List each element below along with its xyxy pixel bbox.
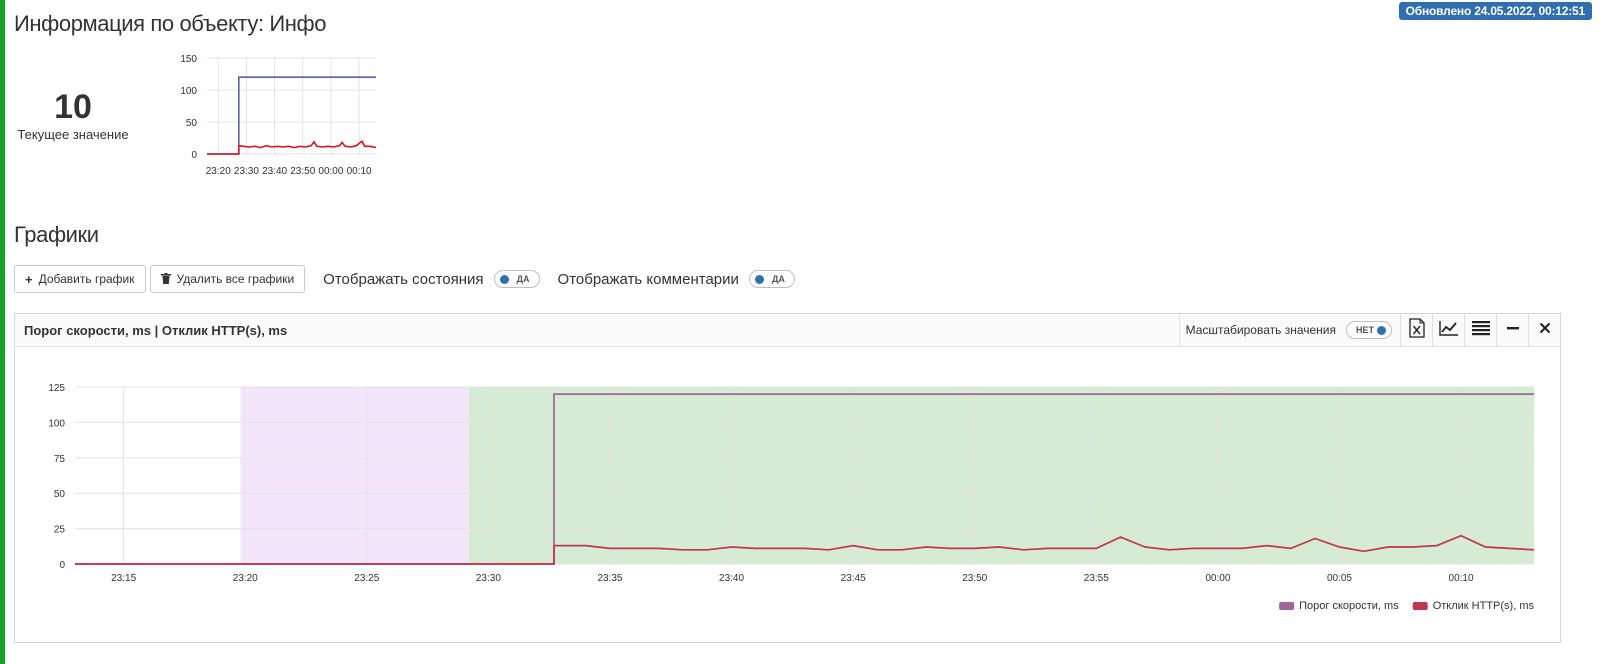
line-chart-button[interactable] <box>1432 314 1464 346</box>
section-title-charts: Графики <box>14 222 99 247</box>
toggle-knob <box>1377 325 1386 335</box>
x-tick-label: 23:30 <box>234 166 259 177</box>
toggle-knob <box>754 274 764 284</box>
sparkline-chart: 0 50 100 150 23:20 23:30 23:40 23:50 00:00 00:10 <box>180 54 377 177</box>
x-tick-label: 23:40 <box>262 166 287 177</box>
y-tick-label: 0 <box>191 150 197 161</box>
y-tick-label: 100 <box>48 418 65 429</box>
updated-badge: Обновлено 24.05.2022, 00:12:51 <box>1398 2 1592 20</box>
x-tick-label: 23:20 <box>233 573 258 584</box>
show-states-toggle[interactable]: ДА <box>493 270 540 288</box>
scale-values-toggle[interactable]: НЕТ <box>1346 321 1392 339</box>
page-title: Информация по объекту: Инфо <box>14 11 327 36</box>
add-chart-button[interactable]: + Добавить график <box>14 265 146 293</box>
x-tick-label: 23:35 <box>597 573 622 584</box>
y-tick-label: 50 <box>186 118 198 129</box>
current-value-block: 10 Текущее значение <box>14 88 132 142</box>
main-chart: 0 25 50 75 100 125 23:15 23:20 23:25 23:30 23:35 23… <box>48 383 1535 612</box>
toggle-knob <box>499 274 509 284</box>
x-tick-label: 23:30 <box>476 573 501 584</box>
excel-export-icon <box>1408 317 1425 343</box>
x-tick-label: 23:15 <box>111 573 136 584</box>
scale-values-control: Масштабировать значения НЕТ <box>1178 314 1400 346</box>
y-tick-label: 150 <box>180 54 197 65</box>
legend-label: Порог скорости, ms <box>1299 600 1399 612</box>
toggle-text: НЕТ <box>1356 325 1374 335</box>
toggle-text: ДА <box>771 274 785 284</box>
line-chart-icon <box>1438 320 1459 341</box>
x-tick-label: 23:20 <box>206 166 231 177</box>
charts-toolbar: + Добавить график Удалить все графики От… <box>14 264 795 294</box>
x-tick-label: 00:10 <box>1449 573 1474 584</box>
left-accent-strip <box>0 0 5 664</box>
x-tick-label: 23:40 <box>719 573 744 584</box>
series-line <box>207 139 377 155</box>
minimize-button[interactable] <box>1496 314 1528 346</box>
y-tick-label: 50 <box>54 489 66 500</box>
y-tick-label: 0 <box>59 560 65 571</box>
list-view-button[interactable] <box>1464 314 1496 346</box>
show-comments-toggle[interactable]: ДА <box>748 270 795 288</box>
state-band <box>240 387 469 564</box>
x-tick-label: 23:55 <box>1084 573 1109 584</box>
show-comments-label: Отображать комментарии <box>557 270 739 288</box>
x-tick-label: 23:25 <box>354 573 379 584</box>
excel-export-button[interactable] <box>1400 314 1432 346</box>
plus-icon: + <box>25 271 33 287</box>
delete-all-charts-button[interactable]: Удалить все графики <box>149 265 306 293</box>
y-tick-label: 75 <box>54 454 66 465</box>
chart-panel: Порог скорости, ms | Отклик HTTP(s), ms … <box>14 313 1561 643</box>
chart-panel-header: Порог скорости, ms | Отклик HTTP(s), ms … <box>15 314 1560 347</box>
state-band <box>468 387 1535 564</box>
current-value-label: Текущее значение <box>17 127 129 142</box>
x-tick-label: 00:10 <box>347 166 372 177</box>
x-tick-label: 00:00 <box>1205 573 1230 584</box>
y-tick-label: 100 <box>180 86 197 97</box>
legend-swatch <box>1412 602 1428 610</box>
legend-swatch <box>1279 602 1295 610</box>
toggle-text: ДА <box>516 274 530 284</box>
series-line <box>207 76 376 155</box>
current-value: 10 <box>54 88 92 126</box>
trash-icon <box>160 272 171 287</box>
close-button[interactable] <box>1528 314 1560 346</box>
x-tick-label: 00:00 <box>318 166 343 177</box>
chart-panel-title: Порог скорости, ms | Отклик HTTP(s), ms <box>24 322 288 338</box>
y-tick-label: 125 <box>48 383 65 394</box>
delete-all-charts-label: Удалить все графики <box>176 272 295 286</box>
x-tick-label: 23:50 <box>290 166 315 177</box>
close-icon <box>1539 321 1551 339</box>
legend-label: Отклик HTTP(s), ms <box>1433 600 1535 612</box>
list-icon <box>1471 320 1491 341</box>
add-chart-label: Добавить график <box>38 272 135 286</box>
show-states-label: Отображать состояния <box>323 270 484 288</box>
y-tick-label: 25 <box>54 525 66 536</box>
x-tick-label: 23:50 <box>962 573 987 584</box>
x-tick-label: 00:05 <box>1327 573 1352 584</box>
chart-panel-controls: Масштабировать значения НЕТ <box>1178 314 1560 346</box>
x-tick-label: 23:45 <box>841 573 866 584</box>
scale-values-label: Масштабировать значения <box>1185 323 1336 337</box>
minimize-icon <box>1506 321 1519 339</box>
